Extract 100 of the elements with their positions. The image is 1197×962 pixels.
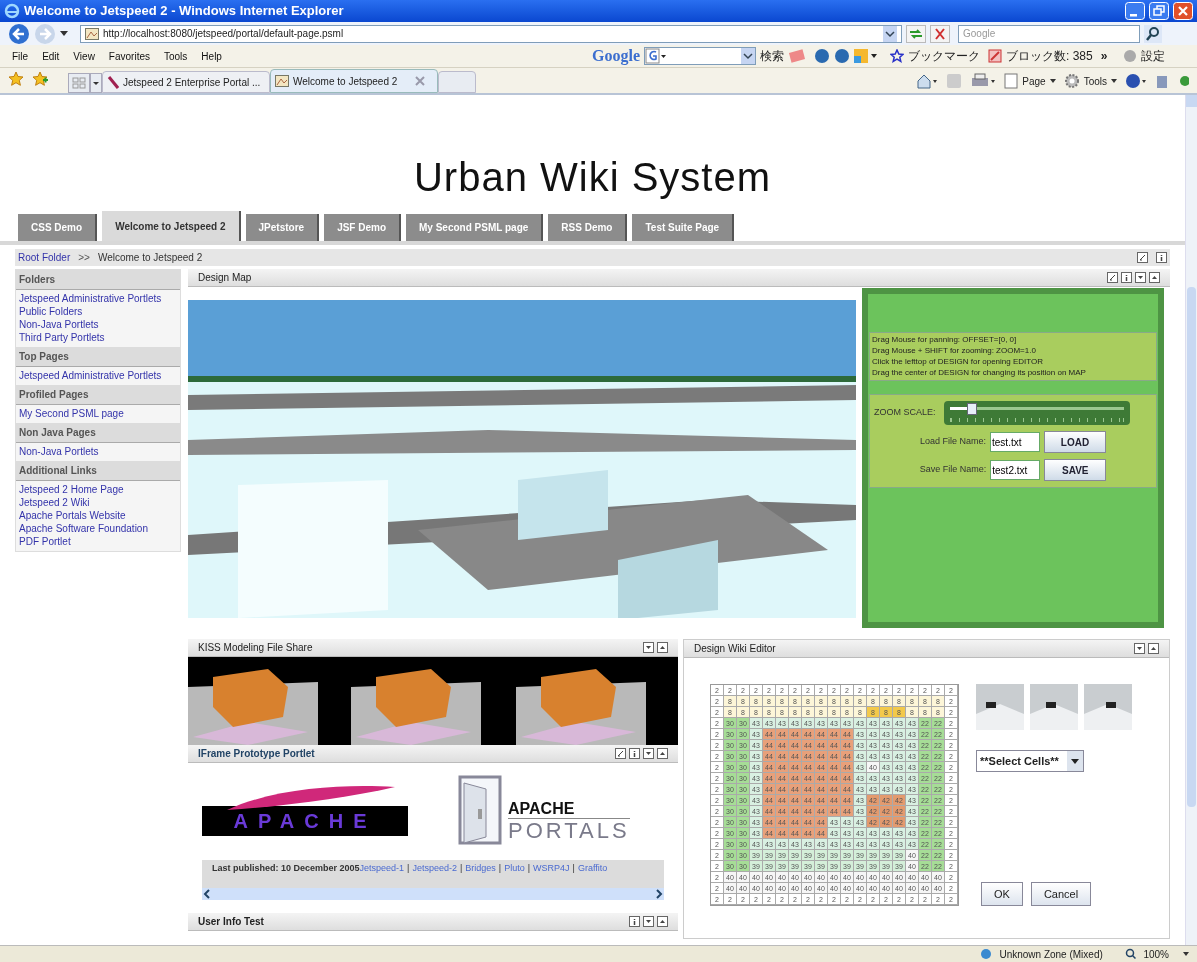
print-icon[interactable]	[970, 73, 997, 89]
portal-tab[interactable]: Welcome to Jetspeed 2	[102, 211, 241, 241]
info-icon[interactable]	[1156, 252, 1167, 263]
info-icon[interactable]	[629, 748, 640, 759]
edit-icon[interactable]	[1137, 252, 1148, 263]
toolbar-search-field[interactable]	[644, 47, 756, 65]
horizontal-scrollbar[interactable]	[202, 888, 664, 900]
star-icon[interactable]	[890, 49, 904, 63]
minimize-icon[interactable]	[643, 916, 654, 927]
footer-link[interactable]: Pluto	[504, 862, 525, 874]
cell-select-dropdown[interactable]: **Select Cells**	[976, 750, 1084, 772]
info-icon[interactable]	[629, 916, 640, 927]
maximize-icon[interactable]	[657, 916, 668, 927]
dropdown-caret-icon[interactable]	[60, 30, 68, 37]
maximize-icon[interactable]	[1148, 643, 1159, 654]
minimize-icon[interactable]	[643, 642, 654, 653]
more-button[interactable]: »	[1100, 47, 1108, 65]
footer-link[interactable]: Graffito	[577, 862, 608, 874]
zoom-slider[interactable]	[943, 401, 1130, 425]
refresh-icon[interactable]	[906, 24, 926, 43]
sidebar-link[interactable]: Third Party Portlets	[19, 332, 177, 344]
zoom-magnifier-icon	[1125, 948, 1138, 960]
google-g-icon[interactable]	[645, 48, 667, 64]
scroll-left-icon[interactable]	[202, 889, 212, 899]
back-icon[interactable]	[8, 22, 30, 45]
link-separator: |	[498, 862, 502, 874]
info-icon[interactable]	[1121, 272, 1132, 283]
menu-item[interactable]: Help	[201, 48, 222, 64]
bookmarks-menu[interactable]: ブックマーク	[908, 47, 980, 65]
maximize-icon[interactable]	[657, 642, 668, 653]
sidebar-link[interactable]: Jetspeed Administrative Portlets	[19, 370, 177, 382]
block-thumbnail-drawing[interactable]	[1084, 684, 1132, 730]
zoom-level[interactable]: 100%	[1143, 946, 1169, 962]
sidebar-link[interactable]: Public Folders	[19, 306, 177, 318]
sidebar-link[interactable]: Non-Java Portlets	[19, 319, 177, 331]
favorites-star-icon[interactable]	[8, 71, 24, 87]
sidebar-link[interactable]: Jetspeed 2 Home Page	[19, 484, 177, 496]
menu-item[interactable]: File	[12, 48, 29, 64]
block-thumbnail-drawing[interactable]	[1030, 684, 1078, 730]
sidebar-link[interactable]: PDF Portlet	[19, 536, 177, 548]
footer-link[interactable]: Jetspeed-2	[412, 862, 457, 874]
scroll-right-icon[interactable]	[654, 889, 664, 899]
slider-thumb[interactable]	[966, 403, 977, 415]
menu-item[interactable]: Tools	[164, 48, 188, 64]
add-favorite-icon[interactable]	[32, 71, 48, 87]
portlet-title: Design Map	[198, 271, 253, 285]
footer-link[interactable]: WSRP4J	[533, 862, 570, 874]
close-icon[interactable]	[1173, 2, 1193, 20]
stop-icon[interactable]	[930, 24, 950, 43]
link-separator: |	[527, 862, 531, 874]
menu-item[interactable]: Edit	[42, 48, 60, 64]
toolbar-buttons-drawing[interactable]	[788, 48, 878, 64]
edit-icon[interactable]	[615, 748, 626, 759]
address-field[interactable]: http://localhost:8080/jetspeed/portal/default-page.psml	[80, 24, 902, 43]
tab-list-caret-icon[interactable]	[90, 73, 102, 93]
sidebar-link[interactable]: Apache Portals Website	[19, 510, 177, 522]
sidebar-link[interactable]: Non-Java Portlets	[19, 446, 177, 458]
command-menu[interactable]: Page	[1022, 73, 1046, 89]
browser-tab[interactable]: Welcome to Jetspeed 2	[270, 69, 438, 93]
footer-link[interactable]: Jetspeed-1	[359, 862, 405, 874]
home-icon[interactable]	[916, 73, 939, 89]
maximize-icon[interactable]	[1149, 272, 1160, 283]
portlet-title: User Info Test	[198, 915, 265, 929]
sidebar-link[interactable]: Jetspeed Administrative Portlets	[19, 293, 177, 305]
dropdown-caret-icon[interactable]	[883, 25, 897, 42]
dropdown-caret-icon[interactable]	[1049, 79, 1056, 83]
dialog-button[interactable]: Cancel	[1030, 882, 1092, 906]
maximize-icon[interactable]	[657, 748, 668, 759]
sidebar-link[interactable]: Jetspeed 2 Wiki	[19, 497, 177, 509]
dropdown-caret-icon[interactable]	[1067, 751, 1083, 771]
search-field[interactable]: Google	[958, 24, 1140, 43]
menu-item[interactable]: View	[73, 48, 95, 64]
file-name-field[interactable]: test2.txt	[990, 460, 1041, 480]
footer-link[interactable]: Bridges	[465, 862, 496, 874]
file-button[interactable]: LOAD	[1044, 431, 1106, 453]
block-thumbnail-drawing[interactable]	[976, 684, 1024, 730]
breadcrumb-link[interactable]: Root Folder	[18, 250, 71, 265]
minimize-icon[interactable]	[1134, 643, 1145, 654]
command-menu[interactable]: Tools	[1083, 73, 1107, 89]
minimize-icon[interactable]	[1135, 272, 1146, 283]
file-button[interactable]: SAVE	[1044, 459, 1107, 481]
dialog-button[interactable]: OK	[981, 882, 1023, 906]
search-button[interactable]: 検索	[760, 47, 784, 65]
globe-icon	[979, 948, 994, 960]
settings-menu[interactable]: 設定	[1141, 47, 1166, 65]
edit-icon[interactable]	[1107, 272, 1118, 283]
menu-item[interactable]: Favorites	[108, 48, 150, 64]
minimize-icon[interactable]	[643, 748, 654, 759]
browser-tab[interactable]: Jetspeed 2 Enterprise Portal ...	[102, 71, 270, 93]
vertical-scrollbar[interactable]	[1185, 95, 1197, 945]
sidebar-link[interactable]: My Second PSML page	[19, 408, 177, 420]
dropdown-caret-icon[interactable]	[1111, 79, 1117, 83]
link-separator: |	[459, 862, 463, 874]
sidebar-link[interactable]: Apache Software Foundation	[19, 523, 177, 535]
breadcrumb-current: Welcome to Jetspeed 2	[97, 251, 204, 265]
search-icon[interactable]	[1144, 24, 1162, 43]
restore-icon[interactable]	[1149, 2, 1169, 20]
dropdown-caret-icon[interactable]	[741, 48, 755, 64]
file-name-field[interactable]: test.txt	[990, 432, 1040, 452]
dropdown-caret-icon[interactable]	[1183, 952, 1189, 956]
